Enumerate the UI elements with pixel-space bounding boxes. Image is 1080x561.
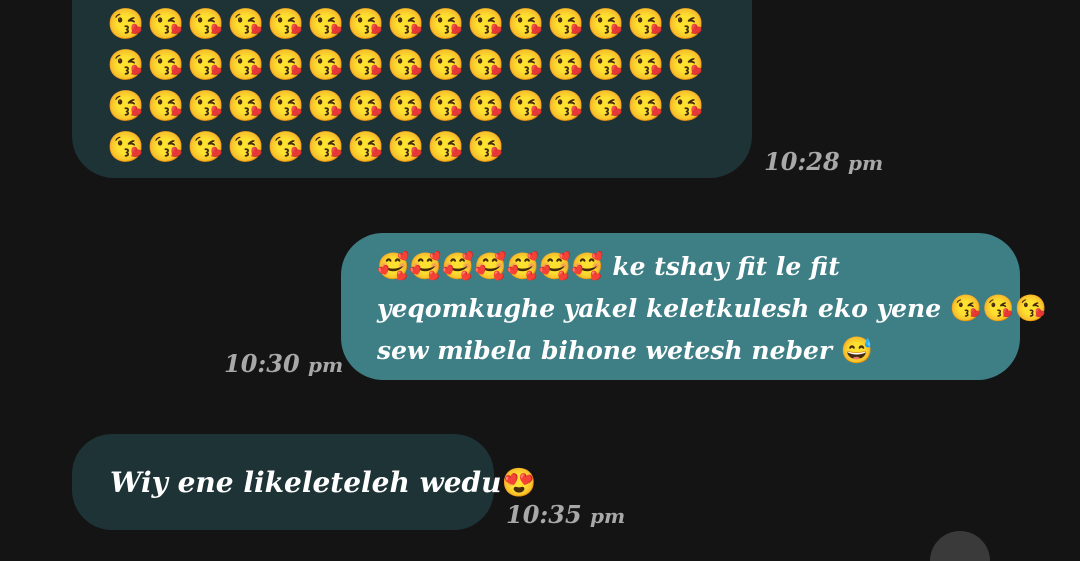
outgoing-message-bubble[interactable]: 🥰🥰🥰🥰🥰🥰🥰 ke tshay fit le fit yeqomkughe y… [341,233,1047,380]
kiss-emoji: 😘 [547,48,585,83]
kiss-emoji: 😘 [307,130,345,165]
kiss-emoji: 😘 [227,48,265,83]
kiss-emoji: 😘 [387,89,425,124]
incoming-message-bubble[interactable]: Wiy ene likeleteleh wedu😍 [72,434,536,530]
kiss-emoji: 😘 [667,7,705,42]
kiss-emoji: 😘 [427,7,465,42]
kiss-emoji: 😘 [347,89,385,124]
avatar[interactable] [930,531,990,561]
kiss-emoji: 😘 [547,7,585,42]
kiss-emoji: 😘 [187,130,225,165]
grid-spacer [506,127,546,168]
kiss-emoji: 😘 [467,48,505,83]
message-text: ke tshay fit le fit [603,252,840,281]
kiss-emoji: 😘 [227,7,265,42]
message-text: yeqomkughe yakel keletkulesh eko yene [377,294,950,323]
kiss-emoji: 😘 [427,130,465,165]
kiss-emoji: 😘 [467,7,505,42]
message-line: sew mibela bihone wetesh neber 😅 [377,330,992,372]
heart-eyes-emoji: 😍 [501,466,537,499]
kiss-emoji: 😘 [667,48,705,83]
message-timestamp: 10:35 pm [506,500,626,529]
kiss-emoji: 😘 [187,89,225,124]
kiss-emoji: 😘 [467,89,505,124]
kiss-emoji: 😘 [227,130,265,165]
kiss-emoji: 😘 [387,48,425,83]
message-timestamp: 10:30 pm [224,349,344,378]
kiss-emoji: 😘 [587,7,625,42]
kiss-emoji: 😘 [627,89,665,124]
kiss-emoji: 😘 [107,130,145,165]
kiss-emoji: 😘 [587,89,625,124]
kiss-emoji: 😘 [587,48,625,83]
kiss-emoji: 😘 [387,130,425,165]
kiss-emoji: 😘 [507,48,545,83]
kiss-emoji: 😘 [507,7,545,42]
kiss-emoji: 😘 [147,130,185,165]
kiss-emoji: 😘😘😘 [949,294,1047,324]
kiss-emoji: 😘 [627,48,665,83]
kiss-emoji: 😘 [307,89,345,124]
message-text: Wiy ene likeleteleh wedu [110,466,502,499]
kiss-emoji: 😘 [267,48,305,83]
kiss-emoji: 😘 [307,48,345,83]
kiss-emoji: 😘 [267,130,305,165]
smiling-hearts-emoji: 🥰🥰🥰🥰🥰🥰🥰 [377,252,604,282]
kiss-emoji: 😘 [467,130,505,165]
message-line: 🥰🥰🥰🥰🥰🥰🥰 ke tshay fit le fit [377,246,992,288]
kiss-emoji: 😘 [107,7,145,42]
kiss-emoji: 😘 [427,89,465,124]
message-text: sew mibela bihone wetesh neber [377,336,841,365]
kiss-emoji: 😘 [547,89,585,124]
kiss-emoji: 😘 [267,7,305,42]
incoming-message-bubble[interactable]: 😘 😘 😘 😘 😘 😘 😘 😘 😘 😘 😘 😘 😘 😘 😘 😘 😘 😘 😘 😘 😘 😘 😘 😘 😘 😘 😘 😘 😘 😘 😘 😘 😘 😘 😘 😘 😘 😘 😘 😘… [72,0,752,178]
kiss-emoji: 😘 [187,7,225,42]
kiss-emoji: 😘 [347,130,385,165]
grid-spacer [546,127,586,168]
kiss-emoji: 😘 [507,89,545,124]
kiss-emoji: 😘 [347,7,385,42]
kiss-emoji: 😘 [107,48,145,83]
kiss-emoji: 😘 [627,7,665,42]
sweat-smile-emoji: 😅 [840,336,874,366]
message-line: yeqomkughe yakel keletkulesh eko yene 😘😘… [377,288,1047,330]
kiss-emoji: 😘 [387,7,425,42]
kiss-emoji: 😘 [147,7,185,42]
kiss-emoji: 😘 [227,89,265,124]
kiss-emoji: 😘 [667,89,705,124]
kiss-emoji: 😘 [147,48,185,83]
kiss-emoji: 😘 [187,48,225,83]
kiss-emoji: 😘 [267,89,305,124]
kiss-emoji: 😘 [307,7,345,42]
kiss-emoji: 😘 [107,89,145,124]
grid-spacer [626,127,666,168]
emoji-grid: 😘 😘 😘 😘 😘 😘 😘 😘 😘 😘 😘 😘 😘 😘 😘 😘 😘 😘 😘 😘 😘 😘 😘 😘 😘 😘 😘 😘 😘 😘 😘 😘 😘 😘 😘 😘 😘 😘 😘 😘… [106,4,722,168]
kiss-emoji: 😘 [147,89,185,124]
grid-spacer [666,127,706,168]
message-timestamp: 10:28 pm [764,147,884,176]
grid-spacer [586,127,626,168]
kiss-emoji: 😘 [427,48,465,83]
kiss-emoji: 😘 [347,48,385,83]
